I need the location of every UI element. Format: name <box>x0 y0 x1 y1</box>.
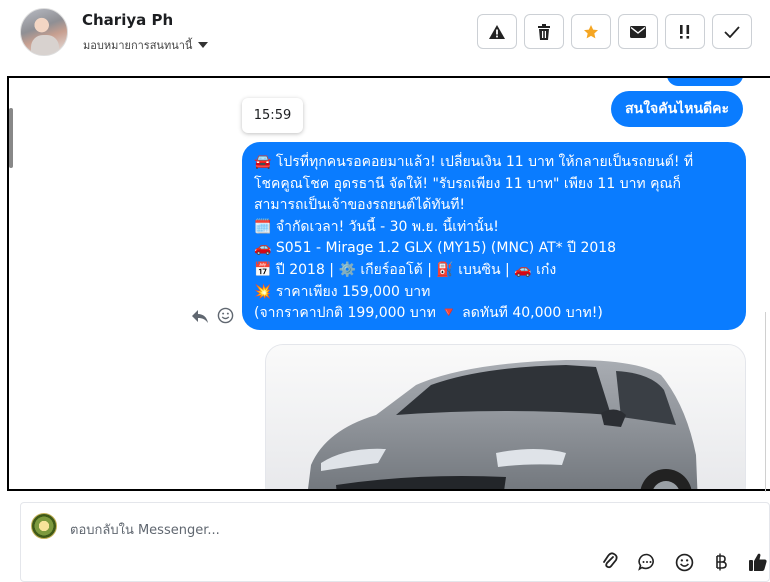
attachment-icon[interactable] <box>599 551 621 573</box>
car-photo-attachment[interactable] <box>265 344 746 489</box>
saved-replies-icon[interactable] <box>636 551 658 573</box>
message-line: (จากราคาปกติ 199,000 บาท 🔻 ลดทันที 40,00… <box>254 305 603 322</box>
emoji-icon[interactable] <box>673 551 695 573</box>
star-icon <box>584 24 598 38</box>
sent-message-bubble[interactable]: สนใจคันไหนดีคะ <box>611 91 743 127</box>
timestamp-tooltip: 15:59 <box>242 98 303 133</box>
car-photo <box>266 345 745 489</box>
envelope-icon <box>630 25 646 38</box>
thumbs-up-icon[interactable] <box>747 551 769 573</box>
reply-icon[interactable] <box>191 308 209 324</box>
checkmark-icon <box>724 25 740 38</box>
assign-conversation-dropdown[interactable]: มอบหมายการสนทนานี้ <box>83 36 209 54</box>
message-line: สามารถเป็นเจ้าของรถยนต์ได้ทันที! <box>254 197 466 214</box>
message-actions <box>191 307 234 324</box>
reply-input[interactable]: ตอบกลับใน Messenger... <box>70 519 220 540</box>
scrollbar-thumb[interactable] <box>9 108 13 168</box>
mark-important-button[interactable] <box>665 14 705 49</box>
page-avatar <box>31 513 57 539</box>
caret-down-icon <box>198 42 209 48</box>
message-line: 📅 ปี 2018 | ⚙️ เกียร์ออโต้ | ⛽ เบนซิน | … <box>254 261 557 278</box>
star-button[interactable] <box>571 14 611 49</box>
composer-actions <box>599 551 769 573</box>
delete-button[interactable] <box>524 14 564 49</box>
mark-unread-button[interactable] <box>618 14 658 49</box>
panel-edge <box>765 312 770 492</box>
double-exclamation-icon <box>680 24 690 39</box>
conversation-header: Chariya Ph มอบหมายการสนทนานี้ <box>0 0 770 68</box>
trash-icon <box>538 23 550 40</box>
previous-message-bubble[interactable] <box>667 78 743 86</box>
promo-message-bubble[interactable]: 🚘 โปรที่ทุกคนรอคอยมาแล้ว! เปลี่ยนเงิน 11… <box>242 142 746 330</box>
message-thread[interactable]: สนใจคันไหนดีคะ 15:59 🚘 โปรที่ทุกคนรอคอยม… <box>7 76 770 491</box>
conversation-toolbar <box>477 14 752 49</box>
customer-avatar[interactable] <box>20 8 68 56</box>
warning-icon <box>489 24 505 39</box>
message-line: 💥 ราคาเพียง 159,000 บาท <box>254 283 431 300</box>
message-line: 🚘 โปรที่ทุกคนรอคอยมาแล้ว! เปลี่ยนเงิน 11… <box>254 154 694 170</box>
customer-name[interactable]: Chariya Ph <box>82 11 173 29</box>
assign-label: มอบหมายการสนทนานี้ <box>83 39 193 52</box>
react-emoji-icon[interactable] <box>217 307 234 324</box>
report-button[interactable] <box>477 14 517 49</box>
message-line: โชคคูณโชค อุดรธานี จัดให้! "รับรถเพียง 1… <box>254 175 681 192</box>
mark-done-button[interactable] <box>712 14 752 49</box>
message-line: 🚗 S051 - Mirage 1.2 GLX (MY15) (MNC) AT*… <box>254 240 617 257</box>
message-line: 🗓️ จำกัดเวลา! วันนี้ - 30 พ.ย. นี้เท่านั… <box>254 218 499 235</box>
message-composer[interactable]: ตอบกลับใน Messenger... <box>20 502 770 582</box>
baht-payment-icon[interactable] <box>710 551 732 573</box>
